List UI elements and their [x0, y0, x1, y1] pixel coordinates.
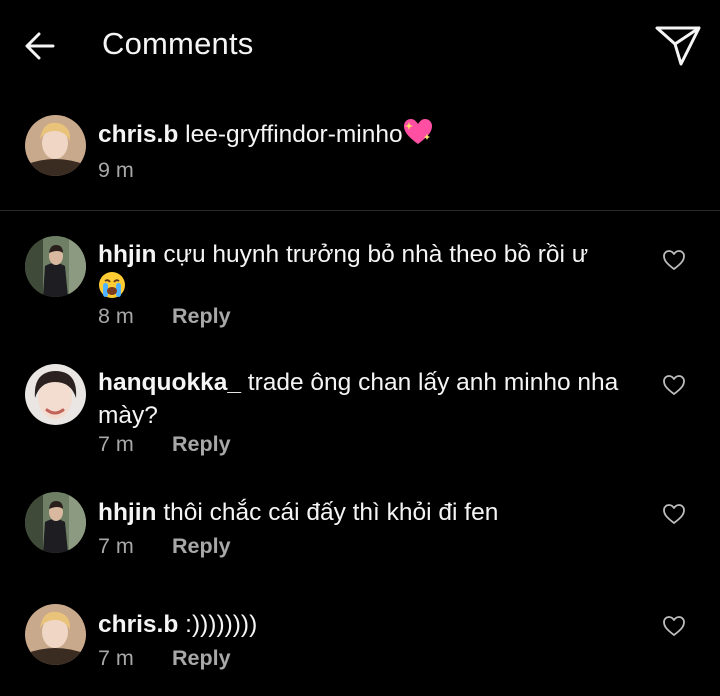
comment-row: chris.b :)))))))) 7 m Reply	[0, 604, 720, 684]
post-caption: chris.b lee-gryffindor-minho 9 m	[0, 100, 720, 210]
comment-time: 8 m	[98, 304, 134, 328]
loudly-crying-face-icon	[98, 271, 126, 308]
reply-button[interactable]: Reply	[172, 432, 231, 457]
comment-time: 7 m	[98, 534, 134, 558]
reply-button[interactable]: Reply	[172, 304, 231, 329]
comment-username[interactable]: hanquokka_	[98, 369, 241, 396]
avatar[interactable]	[25, 492, 86, 553]
reply-button[interactable]: Reply	[172, 534, 231, 559]
profile-picture	[25, 115, 86, 176]
heart-outline-icon[interactable]	[662, 503, 686, 525]
heart-outline-icon[interactable]	[662, 374, 686, 396]
comment-username[interactable]: chris.b	[98, 611, 178, 638]
comment-text: chris.b :))))))))	[98, 608, 638, 641]
comment-body: :))))))))	[185, 611, 258, 638]
heart-outline-icon[interactable]	[662, 249, 686, 271]
back-button[interactable]	[20, 26, 60, 66]
header-bar: Comments	[0, 0, 720, 92]
caption-text: chris.b lee-gryffindor-minho	[98, 118, 638, 155]
avatar[interactable]	[25, 115, 86, 176]
comment-meta: 7 m Reply	[98, 432, 231, 457]
caption-time: 9 m	[98, 158, 134, 182]
caption-body: lee-gryffindor-minho	[185, 121, 403, 148]
comment-text: hanquokka_ trade ông chan lấy anh minho …	[98, 366, 638, 432]
comment-time: 7 m	[98, 432, 134, 456]
comment-row: hhjin cựu huynh trưởng bỏ nhà theo bồ rồ…	[0, 236, 720, 336]
heart-outline-icon[interactable]	[662, 615, 686, 637]
profile-picture	[25, 604, 86, 665]
comment-text: hhjin cựu huynh trưởng bỏ nhà theo bồ rồ…	[98, 238, 638, 308]
comment-text: hhjin thôi chắc cái đấy thì khỏi đi fen	[98, 496, 638, 529]
reply-button[interactable]: Reply	[172, 646, 231, 671]
comment-row: hanquokka_ trade ông chan lấy anh minho …	[0, 364, 720, 464]
arrow-left-icon	[25, 32, 55, 60]
comment-body: cựu huynh trưởng bỏ nhà theo bồ rồi ư	[163, 241, 589, 268]
profile-picture	[25, 364, 86, 425]
caption-meta: 9 m	[98, 158, 172, 183]
avatar[interactable]	[25, 364, 86, 425]
profile-picture	[25, 492, 86, 553]
caption-username[interactable]: chris.b	[98, 121, 178, 148]
profile-picture	[25, 236, 86, 297]
divider	[0, 210, 720, 211]
comment-username[interactable]: hhjin	[98, 499, 157, 526]
paper-plane-icon	[655, 26, 701, 66]
comment-row: hhjin thôi chắc cái đấy thì khỏi đi fen …	[0, 492, 720, 572]
comment-meta: 8 m Reply	[98, 304, 231, 329]
avatar[interactable]	[25, 604, 86, 665]
comment-username[interactable]: hhjin	[98, 241, 157, 268]
comment-meta: 7 m Reply	[98, 646, 231, 671]
share-button[interactable]	[652, 22, 704, 70]
comment-time: 7 m	[98, 646, 134, 670]
comment-body: thôi chắc cái đấy thì khỏi đi fen	[163, 499, 499, 526]
comment-meta: 7 m Reply	[98, 534, 231, 559]
avatar[interactable]	[25, 236, 86, 297]
page-title: Comments	[102, 26, 254, 61]
sparkling-heart-icon	[403, 118, 433, 155]
